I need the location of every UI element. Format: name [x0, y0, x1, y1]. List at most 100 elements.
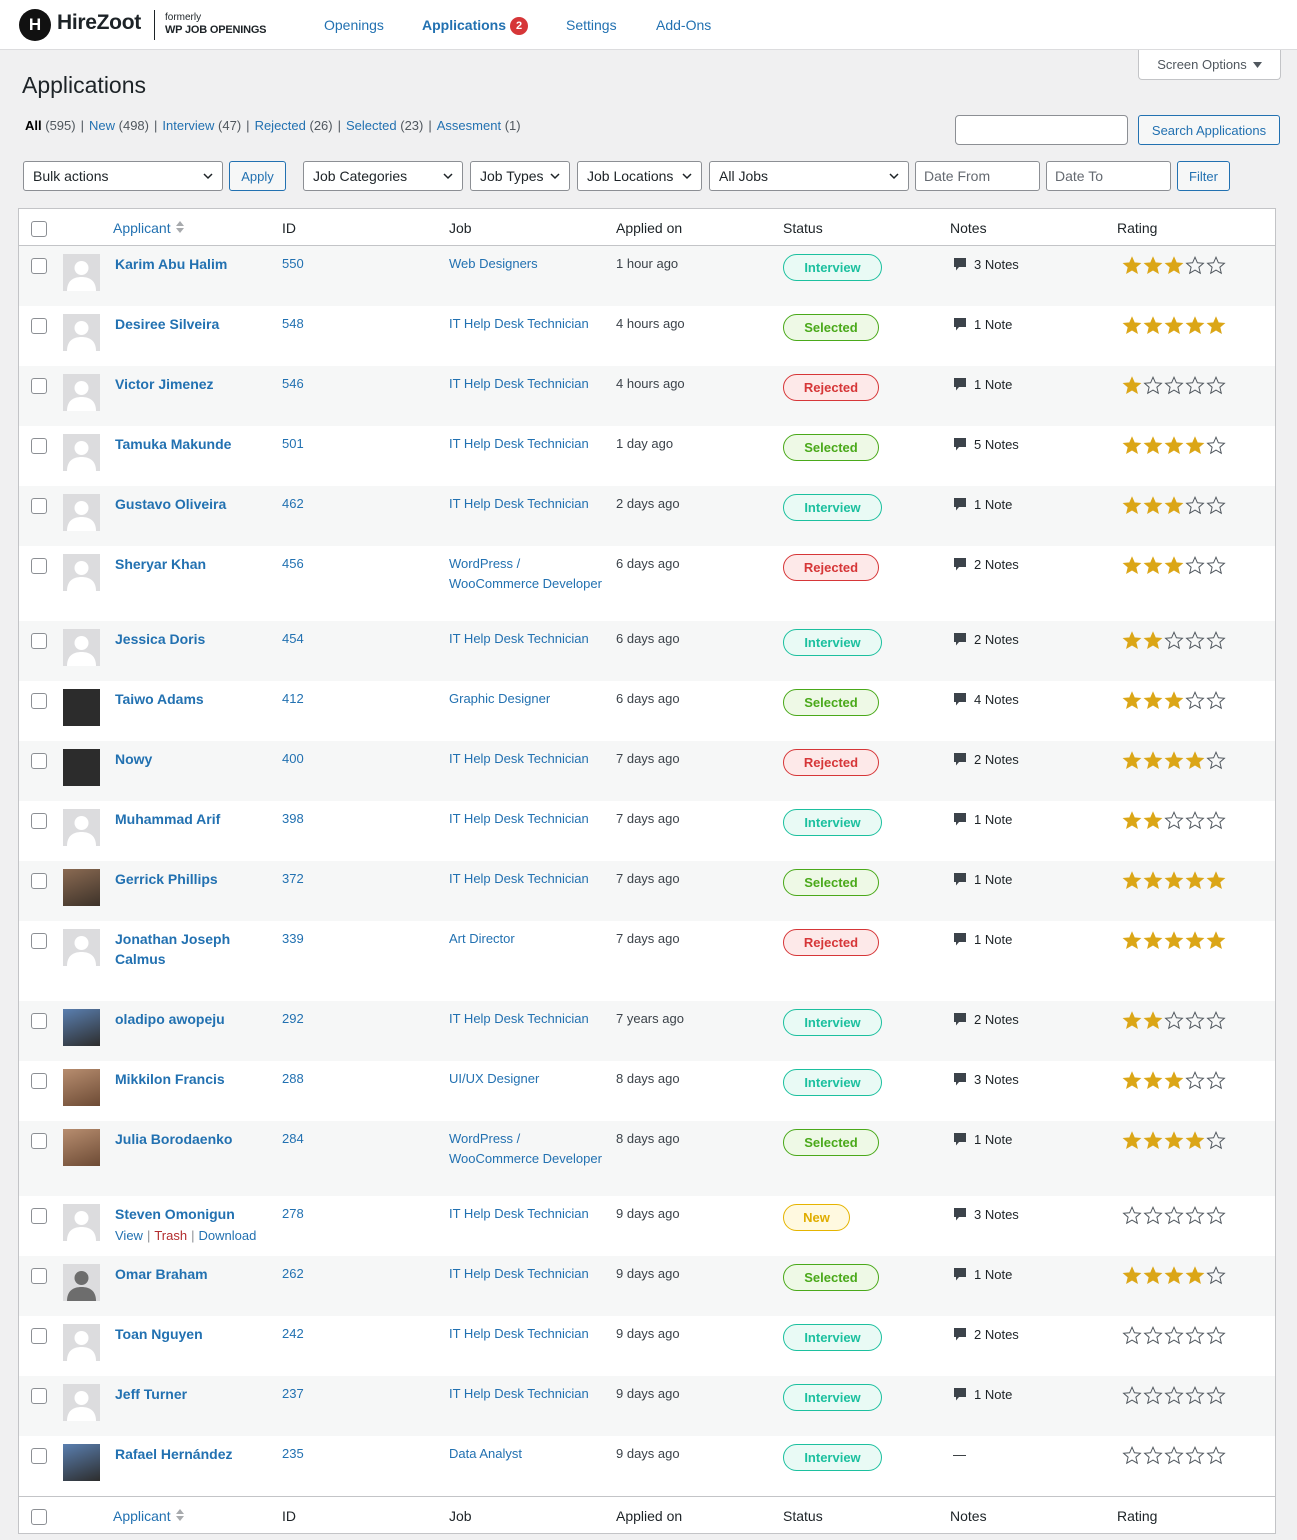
rating-stars[interactable]: [1122, 1326, 1226, 1345]
applicant-name-link[interactable]: oladipo awopeju: [115, 1009, 270, 1029]
star-empty-icon[interactable]: [1206, 631, 1226, 650]
star-empty-icon[interactable]: [1164, 811, 1184, 830]
star-filled-icon[interactable]: [1143, 256, 1163, 275]
star-filled-icon[interactable]: [1164, 751, 1184, 770]
star-empty-icon[interactable]: [1185, 556, 1205, 575]
star-filled-icon[interactable]: [1122, 1131, 1142, 1150]
star-filled-icon[interactable]: [1164, 1131, 1184, 1150]
notes-cell[interactable]: 1 Note: [953, 1267, 1012, 1282]
star-empty-icon[interactable]: [1185, 811, 1205, 830]
star-filled-icon[interactable]: [1143, 1266, 1163, 1285]
star-empty-icon[interactable]: [1122, 1446, 1142, 1465]
star-filled-icon[interactable]: [1206, 931, 1226, 950]
star-empty-icon[interactable]: [1185, 1011, 1205, 1030]
applicant-name-link[interactable]: Julia Borodaenko: [115, 1129, 270, 1149]
star-empty-icon[interactable]: [1164, 376, 1184, 395]
notes-cell[interactable]: 1 Note: [953, 1387, 1012, 1402]
notes-cell[interactable]: 2 Notes: [953, 632, 1019, 647]
star-filled-icon[interactable]: [1122, 691, 1142, 710]
applicant-id-link[interactable]: 548: [282, 314, 304, 334]
star-empty-icon[interactable]: [1185, 691, 1205, 710]
star-filled-icon[interactable]: [1143, 751, 1163, 770]
applicant-id-link[interactable]: 501: [282, 434, 304, 454]
star-filled-icon[interactable]: [1143, 1011, 1163, 1030]
notes-cell[interactable]: 3 Notes: [953, 1207, 1019, 1222]
applicant-name-link[interactable]: Mikkilon Francis: [115, 1069, 270, 1089]
filter-button[interactable]: Filter: [1177, 161, 1230, 191]
notes-cell[interactable]: 1 Note: [953, 932, 1012, 947]
star-filled-icon[interactable]: [1164, 556, 1184, 575]
job-locations-select[interactable]: Job Locations: [577, 161, 702, 191]
star-empty-icon[interactable]: [1164, 1206, 1184, 1225]
job-link[interactable]: IT Help Desk Technician: [449, 1264, 604, 1284]
applicant-id-link[interactable]: 400: [282, 749, 304, 769]
apply-button[interactable]: Apply: [229, 161, 286, 191]
download-link[interactable]: Download: [198, 1228, 256, 1243]
applicant-id-link[interactable]: 456: [282, 554, 304, 574]
star-empty-icon[interactable]: [1143, 1446, 1163, 1465]
star-filled-icon[interactable]: [1164, 256, 1184, 275]
row-checkbox[interactable]: [31, 498, 47, 514]
star-filled-icon[interactable]: [1143, 1131, 1163, 1150]
star-filled-icon[interactable]: [1122, 1011, 1142, 1030]
applicant-name-link[interactable]: Gustavo Oliveira: [115, 494, 270, 514]
job-link[interactable]: Art Director: [449, 929, 604, 949]
star-empty-icon[interactable]: [1206, 496, 1226, 515]
star-empty-icon[interactable]: [1185, 376, 1205, 395]
star-filled-icon[interactable]: [1185, 751, 1205, 770]
applicant-id-link[interactable]: 235: [282, 1444, 304, 1464]
filter-link-assesment[interactable]: Assesment (1): [437, 118, 521, 133]
star-empty-icon[interactable]: [1206, 436, 1226, 455]
row-checkbox[interactable]: [31, 873, 47, 889]
applicant-name-link[interactable]: Tamuka Makunde: [115, 434, 270, 454]
applicant-name-link[interactable]: Rafael Hernández: [115, 1444, 270, 1464]
star-filled-icon[interactable]: [1122, 376, 1142, 395]
notes-cell[interactable]: 3 Notes: [953, 257, 1019, 272]
column-applicant[interactable]: Applicant: [113, 220, 184, 236]
star-filled-icon[interactable]: [1143, 871, 1163, 890]
applicant-name-link[interactable]: Jessica Doris: [115, 629, 270, 649]
star-filled-icon[interactable]: [1122, 256, 1142, 275]
applicant-id-link[interactable]: 454: [282, 629, 304, 649]
applicant-name-link[interactable]: Jeff Turner: [115, 1384, 270, 1404]
rating-stars[interactable]: [1122, 1071, 1226, 1090]
star-filled-icon[interactable]: [1122, 496, 1142, 515]
row-checkbox[interactable]: [31, 693, 47, 709]
rating-stars[interactable]: [1122, 1266, 1226, 1285]
star-empty-icon[interactable]: [1122, 1326, 1142, 1345]
screen-options-button[interactable]: Screen Options: [1138, 50, 1281, 80]
star-empty-icon[interactable]: [1185, 1326, 1205, 1345]
applicant-name-link[interactable]: Karim Abu Halim: [115, 254, 270, 274]
notes-cell[interactable]: 5 Notes: [953, 437, 1019, 452]
applicant-id-link[interactable]: 546: [282, 374, 304, 394]
star-empty-icon[interactable]: [1206, 691, 1226, 710]
star-filled-icon[interactable]: [1122, 631, 1142, 650]
star-empty-icon[interactable]: [1206, 1011, 1226, 1030]
star-empty-icon[interactable]: [1122, 1206, 1142, 1225]
star-filled-icon[interactable]: [1185, 1266, 1205, 1285]
row-checkbox[interactable]: [31, 1208, 47, 1224]
star-filled-icon[interactable]: [1164, 1266, 1184, 1285]
row-checkbox[interactable]: [31, 813, 47, 829]
notes-cell[interactable]: 1 Note: [953, 497, 1012, 512]
star-empty-icon[interactable]: [1122, 1386, 1142, 1405]
star-filled-icon[interactable]: [1164, 691, 1184, 710]
job-link[interactable]: IT Help Desk Technician: [449, 1324, 604, 1344]
applicant-name-link[interactable]: Omar Braham: [115, 1264, 270, 1284]
row-checkbox[interactable]: [31, 438, 47, 454]
star-empty-icon[interactable]: [1206, 376, 1226, 395]
job-link[interactable]: IT Help Desk Technician: [449, 314, 604, 334]
star-empty-icon[interactable]: [1206, 256, 1226, 275]
filter-link-new[interactable]: New (498): [89, 118, 149, 133]
applicant-name-link[interactable]: Muhammad Arif: [115, 809, 270, 829]
star-filled-icon[interactable]: [1122, 811, 1142, 830]
applicant-id-link[interactable]: 242: [282, 1324, 304, 1344]
date-to-input[interactable]: Date To: [1046, 161, 1171, 191]
applicant-name-link[interactable]: Toan Nguyen: [115, 1324, 270, 1344]
brand-logo[interactable]: H: [19, 9, 51, 41]
search-applications-button[interactable]: Search Applications: [1138, 115, 1280, 145]
star-empty-icon[interactable]: [1143, 1206, 1163, 1225]
star-filled-icon[interactable]: [1143, 811, 1163, 830]
applicant-name-link[interactable]: Steven Omonigun: [115, 1204, 270, 1224]
rating-stars[interactable]: [1122, 811, 1226, 830]
